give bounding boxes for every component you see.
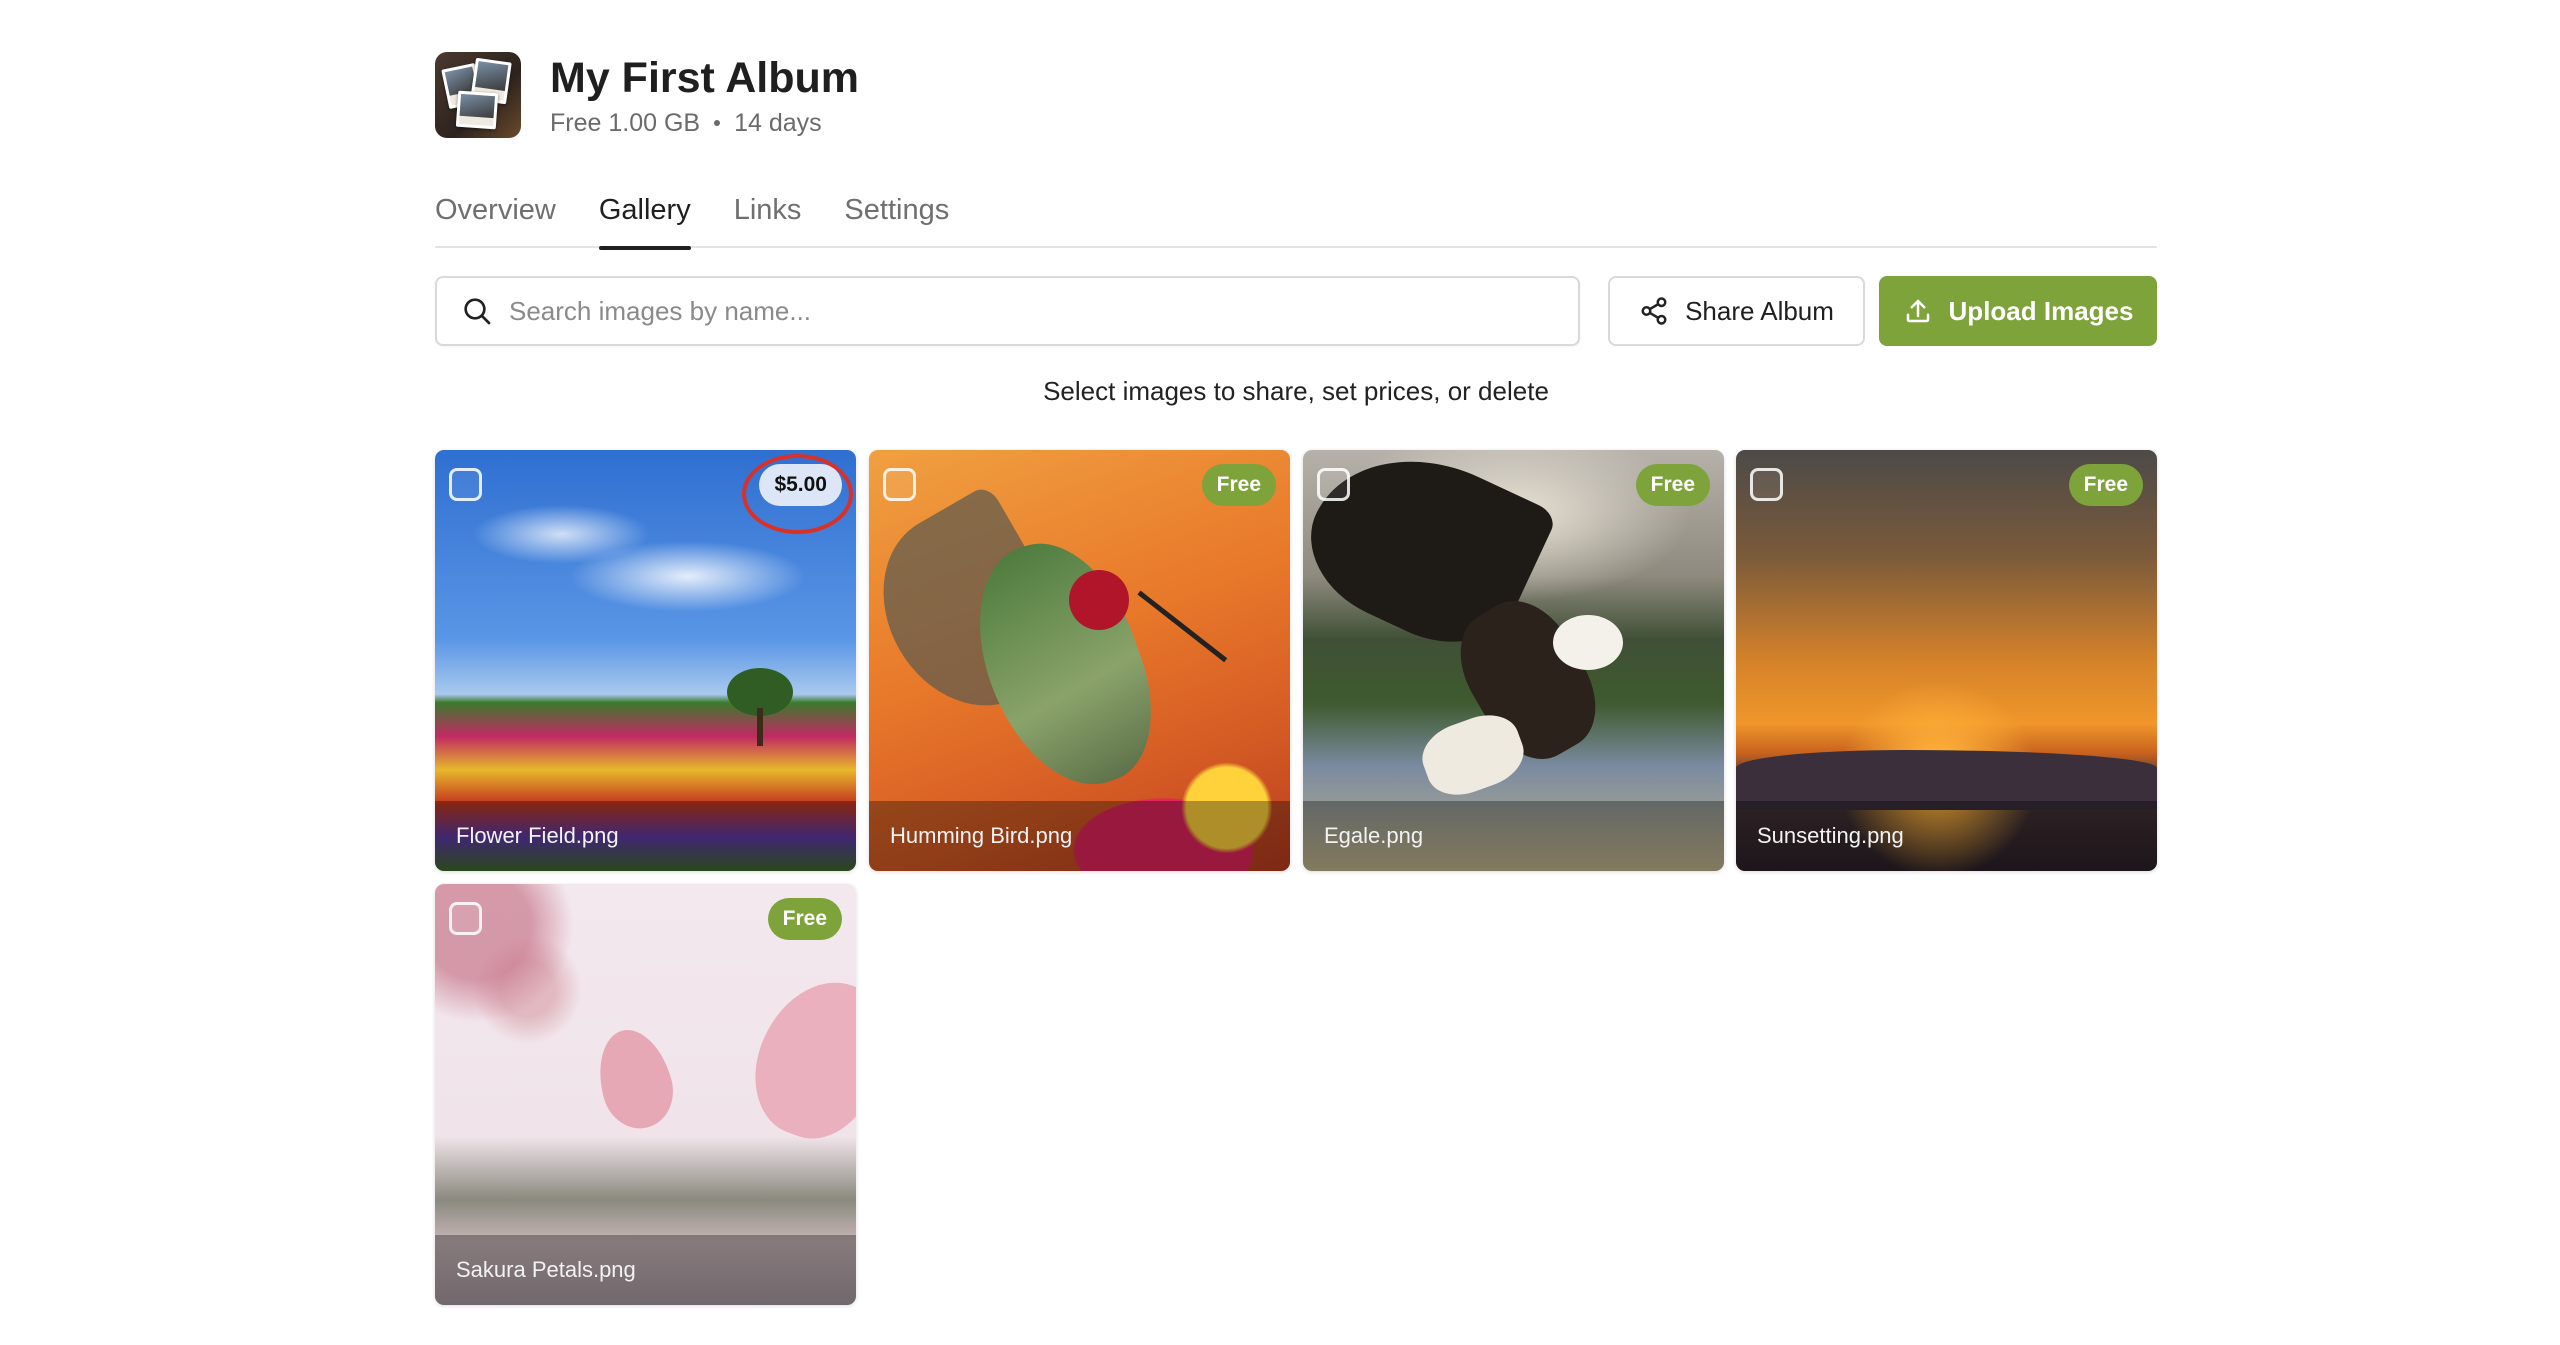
price-badge[interactable]: Free xyxy=(767,898,842,940)
tab-gallery[interactable]: Gallery xyxy=(598,186,691,250)
select-checkbox[interactable] xyxy=(449,468,482,501)
album-header: My First Album Free 1.00 GB 14 days xyxy=(435,52,859,138)
upload-images-button[interactable]: Upload Images xyxy=(1879,276,2157,346)
tab-bar: Overview Gallery Links Settings xyxy=(435,186,2157,250)
share-icon xyxy=(1641,297,1667,325)
selection-hint: Select images to share, set prices, or d… xyxy=(1043,376,1549,406)
album-duration: 14 days xyxy=(734,108,822,137)
image-card-flower-field[interactable]: $5.00 Flower Field.png xyxy=(435,450,856,871)
share-album-label: Share Album xyxy=(1685,295,1834,326)
search-icon xyxy=(464,298,491,325)
image-name: Sakura Petals.png xyxy=(435,1235,856,1305)
tab-overview[interactable]: Overview xyxy=(435,186,556,248)
album-meta: Free 1.00 GB 14 days xyxy=(550,109,859,138)
select-checkbox[interactable] xyxy=(1317,468,1350,501)
image-name: Humming Bird.png xyxy=(869,801,1290,871)
image-name: Flower Field.png xyxy=(435,801,856,871)
image-card-sakura-petals[interactable]: Free Sakura Petals.png xyxy=(435,884,856,1305)
price-badge[interactable]: Free xyxy=(1635,464,1710,506)
highlight-circle xyxy=(742,454,853,534)
price-badge[interactable]: Free xyxy=(1201,464,1276,506)
image-name: Sunsetting.png xyxy=(1736,801,2157,871)
share-album-button[interactable]: Share Album xyxy=(1608,276,1865,346)
tab-settings[interactable]: Settings xyxy=(844,186,949,248)
separator-dot xyxy=(714,120,721,126)
select-checkbox[interactable] xyxy=(1750,468,1783,501)
upload-images-label: Upload Images xyxy=(1948,295,2134,326)
image-card-egale[interactable]: Free Egale.png xyxy=(1303,450,1724,871)
album-cover-image xyxy=(435,52,521,138)
upload-icon xyxy=(1906,299,1929,323)
search-input[interactable] xyxy=(509,295,1559,327)
image-card-sunsetting[interactable]: Free Sunsetting.png xyxy=(1736,450,2157,871)
album-title: My First Album xyxy=(550,53,859,102)
album-plan: Free 1.00 GB xyxy=(550,108,701,137)
image-name: Egale.png xyxy=(1303,801,1724,871)
price-badge[interactable]: Free xyxy=(2068,464,2143,506)
search-box[interactable] xyxy=(435,276,1580,346)
select-checkbox[interactable] xyxy=(449,902,482,935)
tab-links[interactable]: Links xyxy=(734,186,802,248)
image-card-humming-bird[interactable]: Free Humming Bird.png xyxy=(869,450,1290,871)
select-checkbox[interactable] xyxy=(883,468,916,501)
